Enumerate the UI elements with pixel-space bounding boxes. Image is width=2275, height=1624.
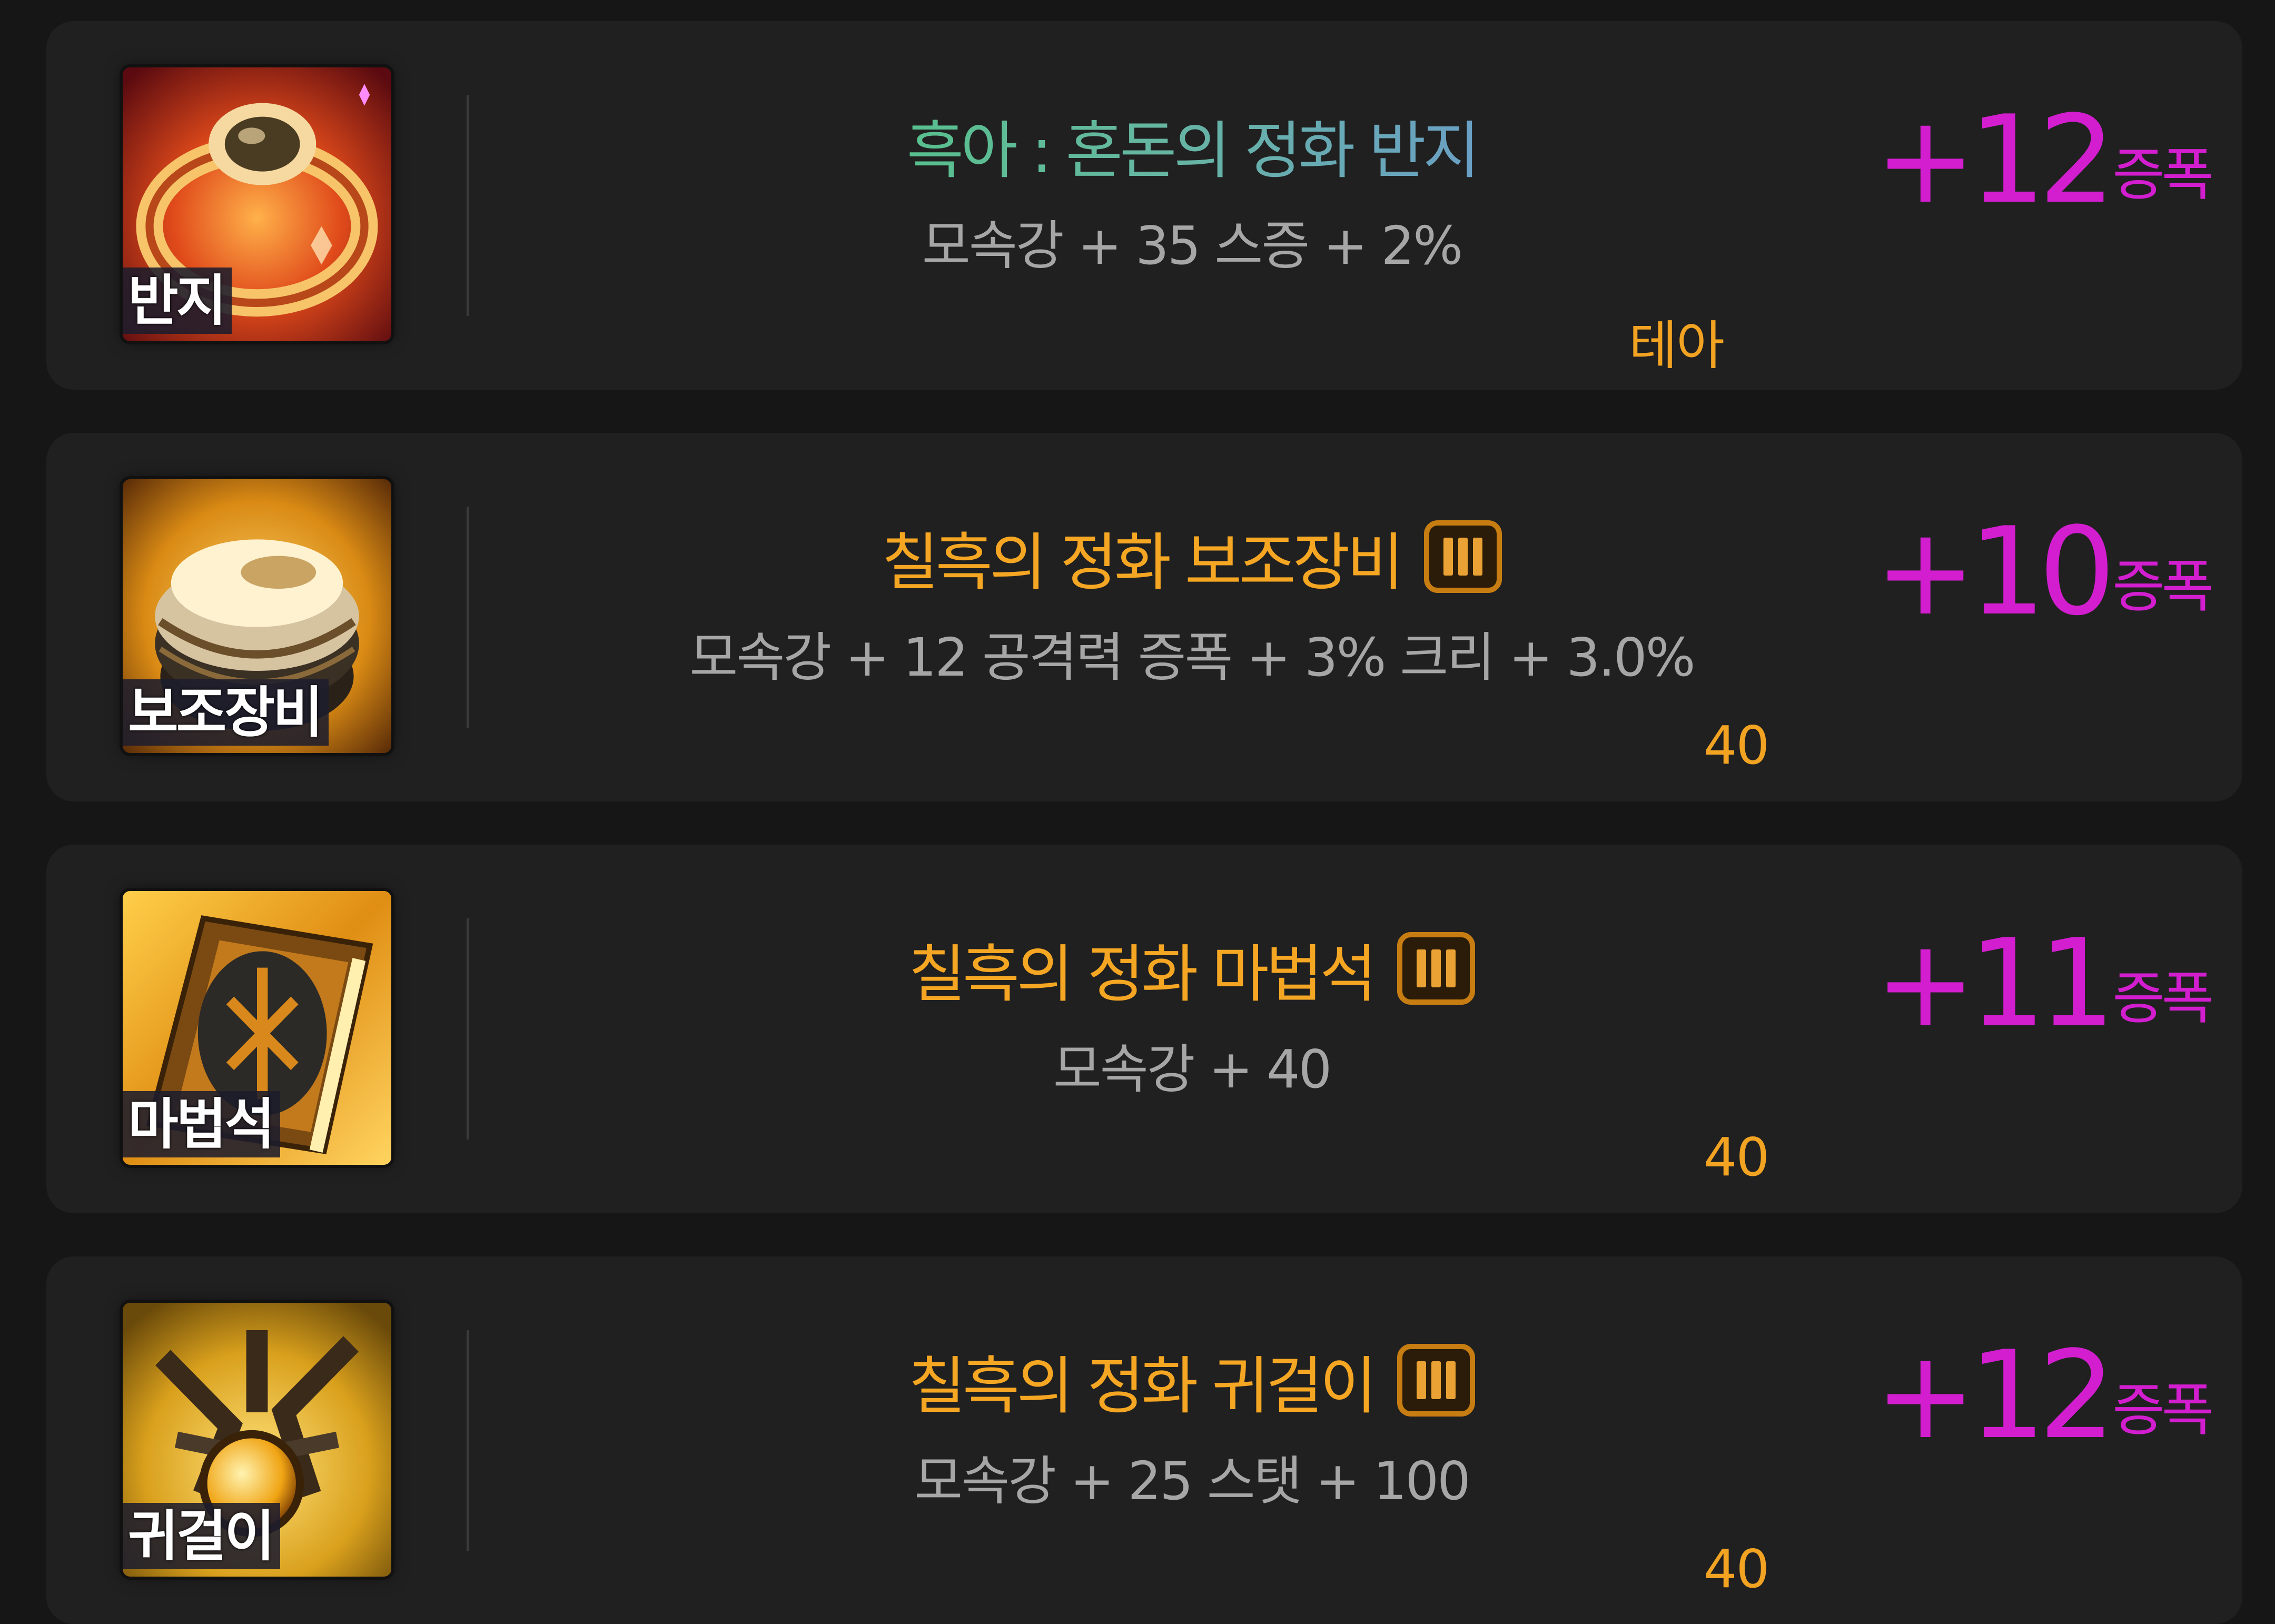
- item-source: 테아: [1629, 315, 1725, 377]
- slot-label: 반지: [123, 268, 232, 334]
- enhance-unit: 증폭: [2112, 142, 2214, 208]
- enhance-value: +12: [1874, 1325, 2115, 1466]
- item-info: 칠흑의 정화 보조장비 모속강 + 12 공격력 증폭 + 3% 크리 + 3.…: [478, 433, 1905, 801]
- enhance-value: +10: [1874, 502, 2115, 642]
- item-source: 40: [1704, 1126, 1769, 1188]
- divider: [467, 918, 469, 1140]
- enhance-unit: 증폭: [2112, 966, 2214, 1032]
- magic-stone-icon: 마법석: [123, 891, 391, 1165]
- title-row: 칠흑의 정화 보조장비: [478, 517, 1905, 599]
- item-stats: 모속강 + 25 스탯 + 100: [914, 1450, 1471, 1512]
- item-info: 칠흑의 정화 귀걸이 모속강 + 25 스탯 + 100: [478, 1256, 1905, 1624]
- item-info: 칠흑의 정화 마법석 모속강 + 40: [478, 845, 1905, 1213]
- item-stats: 모속강 + 12 공격력 증폭 + 3% 크리 + 3.0%: [689, 627, 1695, 688]
- slot-label: 마법석: [123, 1091, 281, 1157]
- title-row: 칠흑의 정화 마법석: [478, 929, 1905, 1011]
- item-title[interactable]: 흑아 : 혼돈의 정화 반지: [907, 100, 1480, 190]
- enhance-level: +12 증폭: [1874, 1325, 2214, 1466]
- enhance-unit: 증폭: [2112, 1378, 2214, 1443]
- enhance-level: +12 증폭: [1874, 90, 2214, 231]
- enhance-level: +10 증폭: [1874, 502, 2214, 642]
- divider: [467, 1330, 469, 1551]
- slot-label: 보조장비: [123, 679, 329, 746]
- item-source: 40: [1704, 1538, 1769, 1600]
- title-row: 흑아 : 혼돈의 정화 반지: [478, 105, 1905, 187]
- enhance-level: +11 증폭: [1874, 914, 2214, 1054]
- item-title[interactable]: 칠흑의 정화 보조장비: [882, 512, 1404, 602]
- equipment-card-sub-equipment[interactable]: 보조장비 칠흑의 정화 보조장비 모속강 + 12 공격력 증폭 + 3% 크리…: [46, 433, 2242, 801]
- enhance-value: +11: [1874, 914, 2115, 1054]
- enhance-value: +12: [1874, 90, 2115, 231]
- sub-equipment-icon: 보조장비: [123, 479, 391, 753]
- ring-icon: 반지: [123, 67, 391, 341]
- tier-badge: [1424, 520, 1502, 593]
- tier-badge: [1397, 1344, 1475, 1417]
- equipment-card-earring[interactable]: 귀걸이 칠흑의 정화 귀걸이 모속강 + 25 스탯 + 100 40 +12 …: [46, 1256, 2242, 1624]
- slot-label: 귀걸이: [123, 1503, 281, 1569]
- equipment-list: 반지 흑아 : 혼돈의 정화 반지 모속강 + 35 스증 + 2% 테아 +1…: [0, 0, 2275, 1624]
- item-title[interactable]: 칠흑의 정화 마법석: [908, 924, 1377, 1014]
- tier-badge: [1397, 932, 1475, 1005]
- item-source: 40: [1704, 715, 1769, 776]
- equipment-card-magic-stone[interactable]: 마법석 칠흑의 정화 마법석 모속강 + 40 40 +11 증폭: [46, 845, 2242, 1213]
- earring-icon: 귀걸이: [123, 1303, 391, 1577]
- item-stats: 모속강 + 40: [1053, 1038, 1332, 1100]
- item-stats: 모속강 + 35 스증 + 2%: [922, 215, 1463, 276]
- divider: [467, 507, 469, 728]
- divider: [467, 95, 469, 316]
- item-title[interactable]: 칠흑의 정화 귀걸이: [908, 1335, 1377, 1425]
- equipment-card-ring[interactable]: 반지 흑아 : 혼돈의 정화 반지 모속강 + 35 스증 + 2% 테아 +1…: [46, 21, 2242, 390]
- enhance-unit: 증폭: [2112, 554, 2214, 620]
- title-row: 칠흑의 정화 귀걸이: [478, 1341, 1905, 1422]
